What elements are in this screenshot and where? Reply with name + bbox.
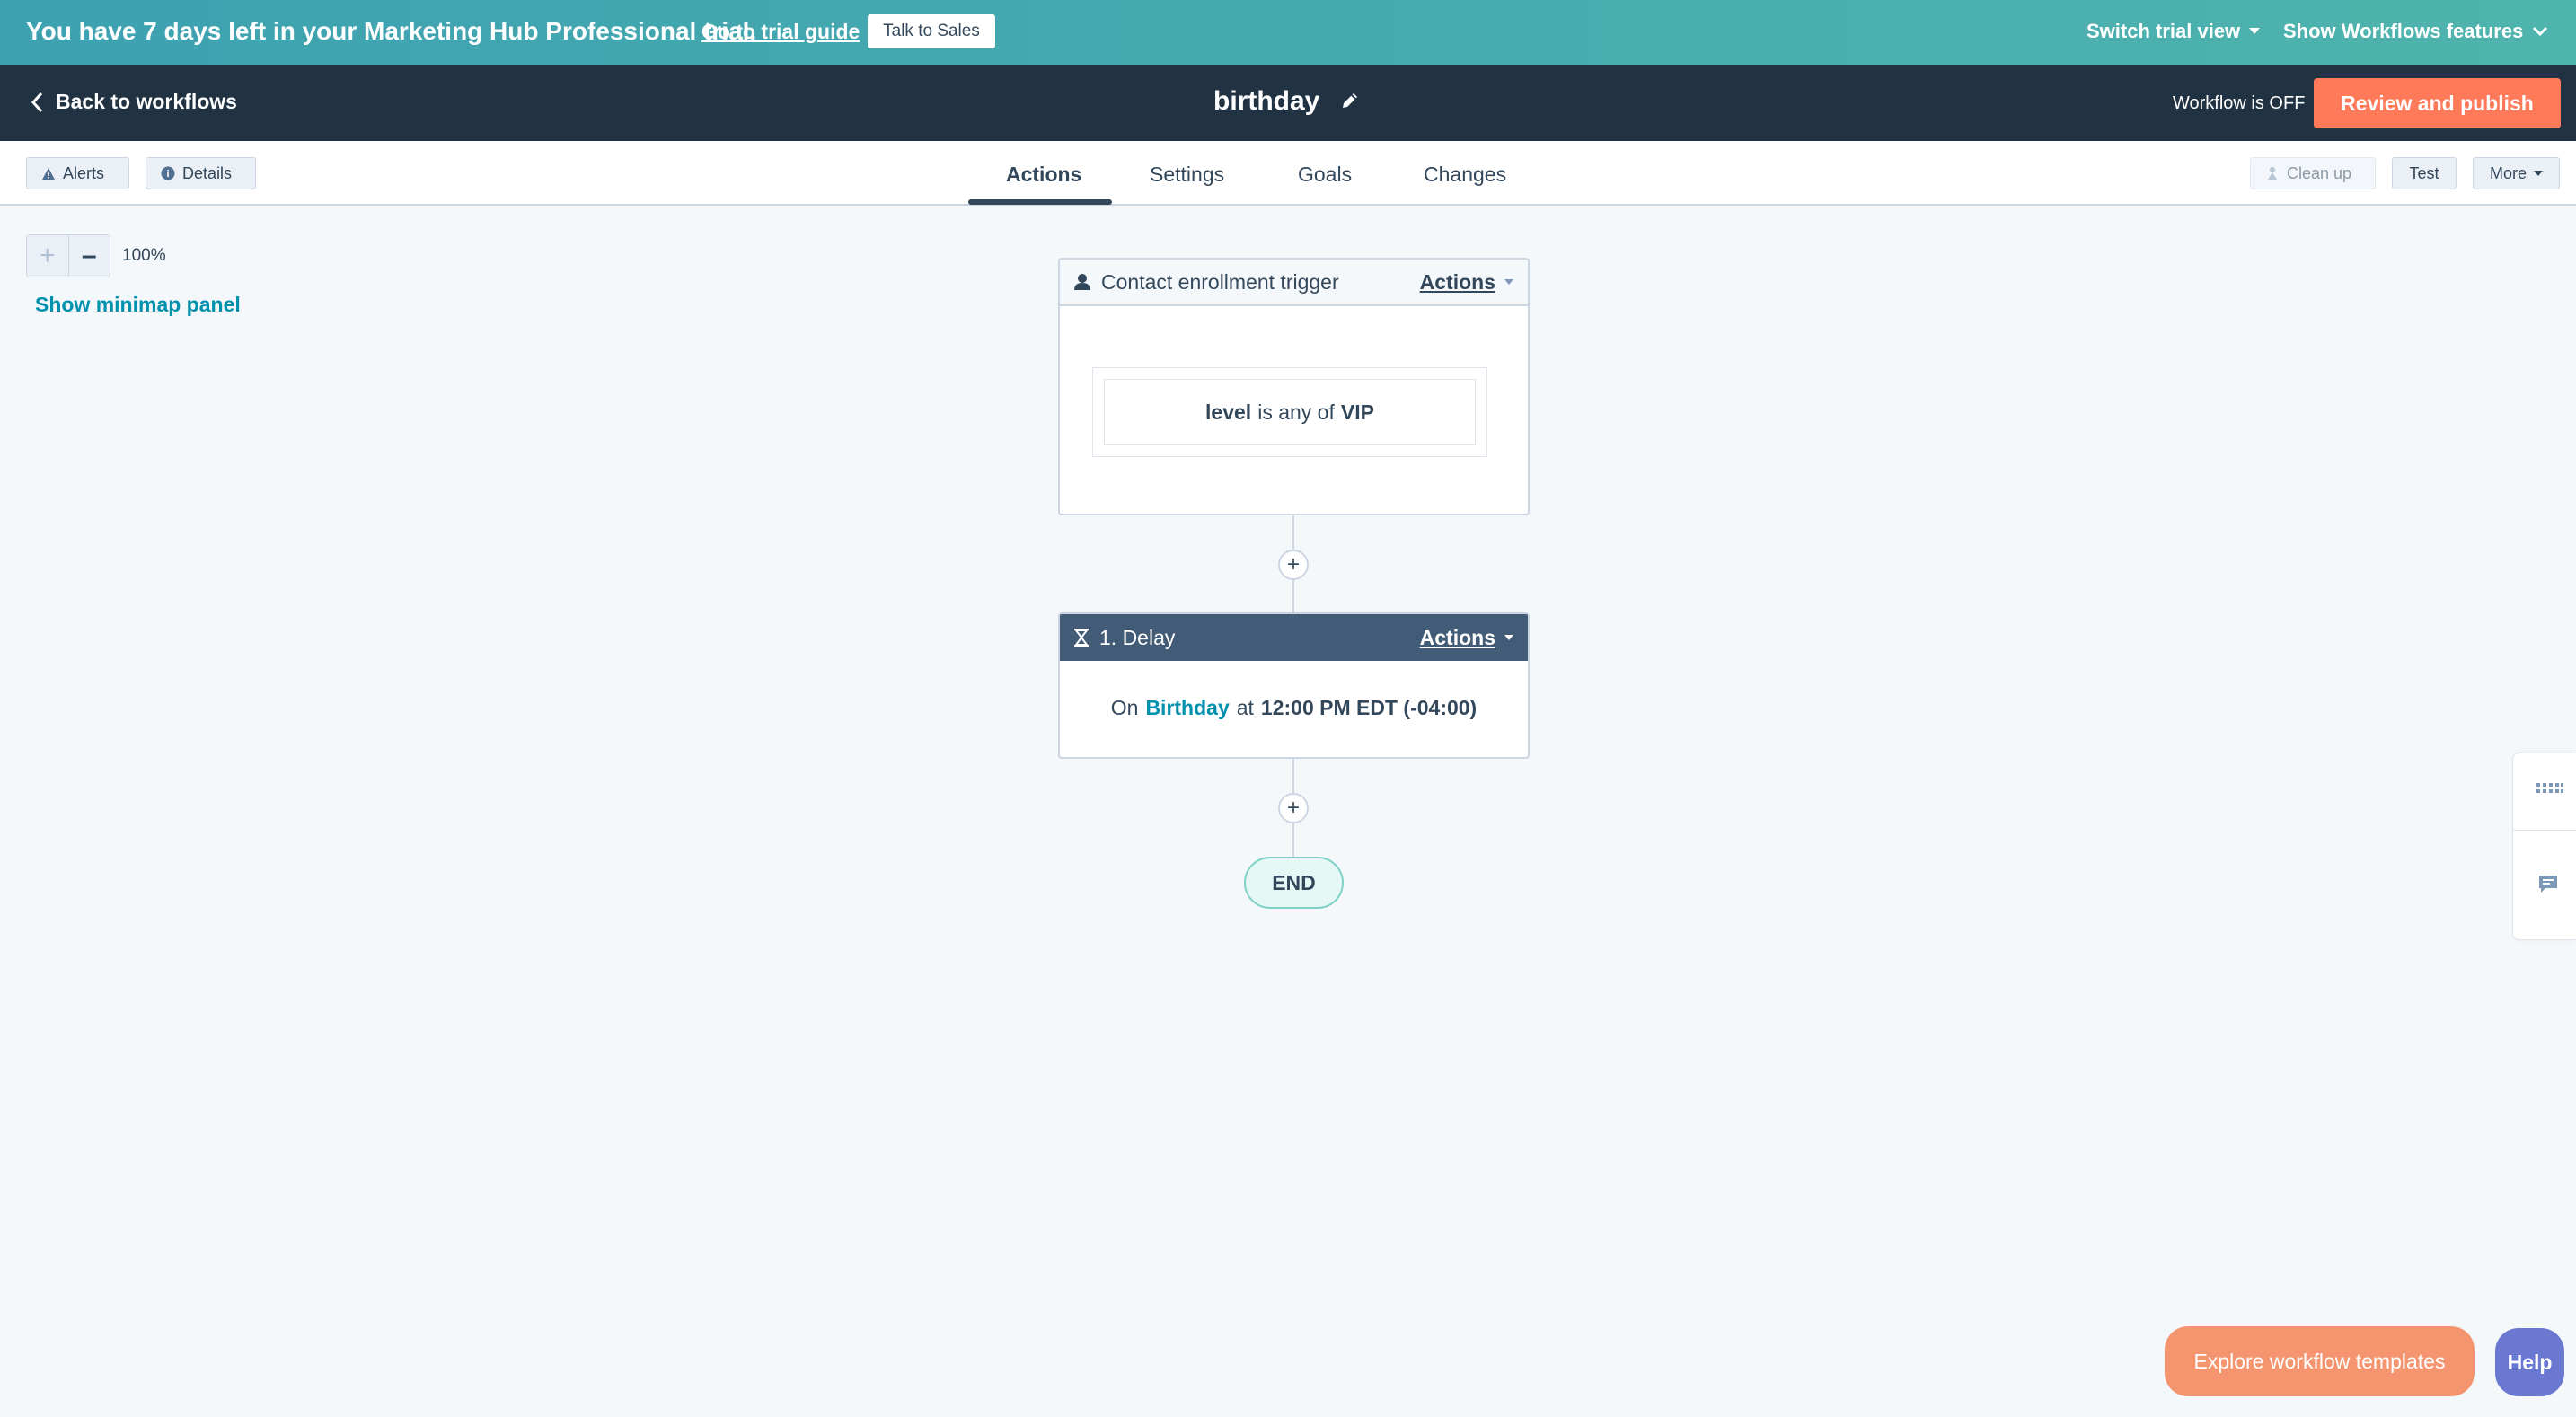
birthday-property-link[interactable]: Birthday (1145, 696, 1229, 720)
contact-icon (1074, 273, 1090, 291)
trial-message: You have 7 days left in your Marketing H… (26, 17, 757, 45)
active-tab-indicator (968, 199, 1112, 205)
zoom-out-button[interactable]: – (67, 235, 110, 277)
keyboard-icon[interactable] (2536, 781, 2564, 796)
switch-trial-view-dropdown[interactable]: Switch trial view (2086, 20, 2261, 43)
show-workflows-features-dropdown[interactable]: Show Workflows features (2283, 20, 2548, 43)
caret-down-icon (2249, 28, 2261, 35)
back-to-workflows-link[interactable]: Back to workflows (31, 90, 237, 114)
hourglass-icon (1074, 629, 1089, 647)
trigger-actions-dropdown[interactable]: Actions (1420, 270, 1513, 295)
tab-changes[interactable]: Changes (1424, 163, 1506, 187)
chevron-left-icon (31, 92, 43, 113)
workflow-header: Back to workflows birthday Workflow is O… (0, 65, 2576, 141)
tab-goals[interactable]: Goals (1298, 163, 1352, 187)
criteria-operator: is any of (1257, 400, 1335, 424)
show-minimap-link[interactable]: Show minimap panel (35, 293, 241, 317)
details-button[interactable]: Details (146, 157, 256, 189)
zoom-level: 100% (122, 246, 166, 265)
review-and-publish-button[interactable]: Review and publish (2314, 78, 2561, 128)
add-action-button[interactable]: + (1278, 550, 1309, 580)
test-button[interactable]: Test (2392, 157, 2457, 189)
more-dropdown[interactable]: More (2473, 157, 2560, 189)
tab-settings[interactable]: Settings (1150, 163, 1224, 187)
add-action-button[interactable]: + (1278, 793, 1309, 823)
criteria-value: VIP (1340, 400, 1374, 424)
details-label: Details (182, 163, 233, 182)
delay-actions-dropdown[interactable]: Actions (1420, 626, 1513, 650)
zoom-in-button[interactable]: + (27, 235, 68, 277)
show-features-label: Show Workflows features (2283, 20, 2524, 42)
caret-down-icon (1504, 635, 1513, 640)
trigger-criteria-group: level is any of VIP (1092, 367, 1487, 457)
trial-banner: You have 7 days left in your Marketing H… (0, 0, 2576, 65)
caret-down-icon (1504, 279, 1513, 285)
delay-card-header: 1. Delay Actions (1060, 614, 1528, 661)
explore-workflow-templates-button[interactable]: Explore workflow templates (2165, 1326, 2475, 1396)
clean-up-label: Clean up (2287, 163, 2352, 182)
rail-divider (2513, 830, 2576, 831)
test-label: Test (2409, 163, 2439, 182)
trigger-actions-label: Actions (1419, 269, 1495, 294)
trigger-criteria[interactable]: level is any of VIP (1104, 379, 1476, 445)
trigger-card-header: Contact enrollment trigger Actions (1060, 260, 1528, 306)
side-panel-rail (2512, 753, 2576, 940)
info-icon (161, 166, 175, 180)
chat-icon[interactable] (2537, 873, 2559, 894)
alerts-button[interactable]: Alerts (26, 157, 129, 189)
pencil-icon[interactable] (1340, 91, 1360, 110)
talk-to-sales-button[interactable]: Talk to Sales (868, 14, 995, 48)
workflow-status: Workflow is OFF (2173, 93, 2306, 113)
delay-prefix: On (1110, 696, 1139, 719)
more-label: More (2489, 163, 2527, 182)
switch-trial-view-label: Switch trial view (2086, 20, 2241, 42)
criteria-property: level (1205, 400, 1252, 424)
warning-icon (41, 167, 56, 180)
workflow-title: birthday (1213, 86, 1320, 116)
clean-up-button[interactable]: Clean up (2250, 157, 2376, 189)
chevron-down-icon (2532, 26, 2548, 37)
delay-action-card[interactable]: 1. Delay Actions On Birthday at 12:00 PM… (1058, 612, 1530, 759)
trial-guide-link[interactable]: Go to trial guide (701, 20, 860, 44)
end-node: END (1244, 857, 1344, 909)
zoom-controls: + – (26, 234, 110, 277)
delay-time: 12:00 PM EDT (-04:00) (1260, 696, 1478, 719)
delay-title: 1. Delay (1099, 625, 1176, 649)
help-button[interactable]: Help (2495, 1328, 2564, 1396)
toolbar: Alerts Details Actions Settings Goals Ch… (0, 141, 2576, 206)
caret-down-icon (2534, 171, 2543, 176)
tab-actions[interactable]: Actions (1006, 163, 1081, 187)
back-label: Back to workflows (56, 90, 237, 113)
cleanup-icon (2265, 166, 2280, 180)
trigger-title: Contact enrollment trigger (1101, 269, 1339, 294)
delay-middle: at (1236, 696, 1254, 719)
alerts-label: Alerts (63, 163, 105, 182)
delay-description: On Birthday at 12:00 PM EDT (-04:00) (1060, 661, 1528, 755)
enrollment-trigger-card[interactable]: Contact enrollment trigger Actions level… (1058, 258, 1530, 515)
delay-actions-label: Actions (1419, 625, 1495, 649)
